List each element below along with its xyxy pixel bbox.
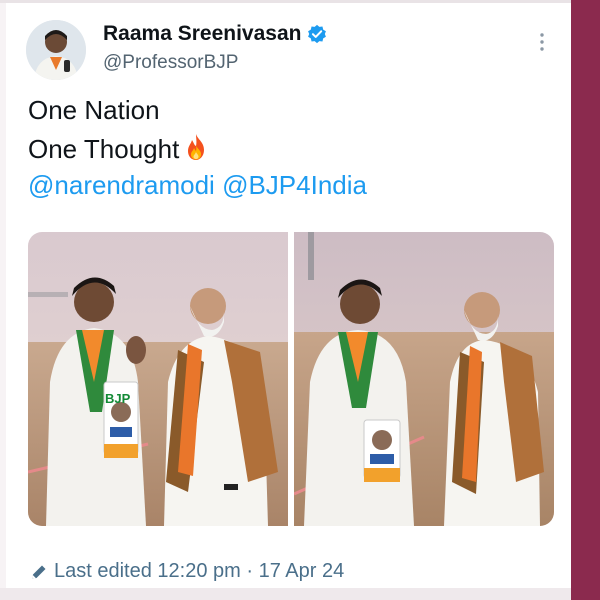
- tweet-mentions: @narendramodi @BJP4India: [28, 170, 367, 201]
- mention-bjp4india[interactable]: @BJP4India: [222, 170, 367, 200]
- author-name-row: Raama Sreenivasan: [103, 22, 327, 46]
- author-handle[interactable]: @ProfessorBJP: [103, 52, 238, 74]
- tweet-text-line-2: One Thought: [28, 134, 180, 164]
- pencil-icon: [32, 565, 46, 579]
- last-edited-row[interactable]: Last edited 12:20 pm · 17 Apr 24: [30, 560, 344, 583]
- author-avatar[interactable]: [26, 20, 86, 80]
- more-options-icon[interactable]: [530, 30, 554, 54]
- fire-emoji-icon: [188, 134, 205, 160]
- tweet-text-line-2-wrapper: One Thought: [28, 132, 211, 165]
- verified-badge-icon: [308, 24, 327, 44]
- tweet-photo-2[interactable]: [294, 232, 554, 526]
- mention-narendramodi[interactable]: @narendramodi: [28, 170, 215, 200]
- photo-bjp-text: BJP: [105, 391, 131, 406]
- right-frame-border: [571, 0, 600, 600]
- tweet-photo-1[interactable]: BJP: [28, 232, 288, 526]
- tweet-text-line-1: One Nation: [28, 95, 160, 125]
- bottom-frame: [0, 588, 571, 600]
- last-edited-text: Last edited 12:20 pm · 17 Apr 24: [54, 560, 345, 582]
- author-name[interactable]: Raama Sreenivasan: [103, 22, 301, 46]
